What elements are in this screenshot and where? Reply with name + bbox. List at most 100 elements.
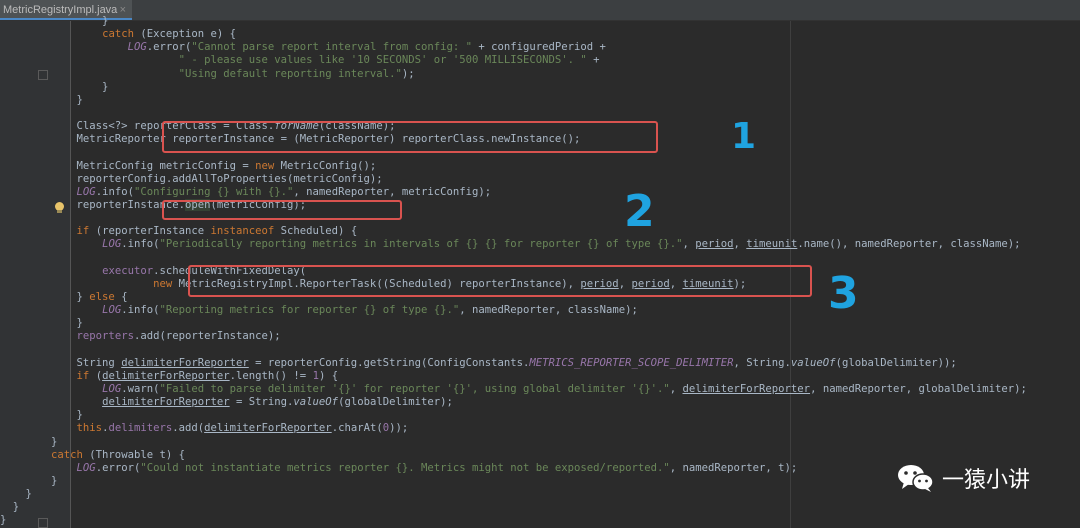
code-token: ));: [389, 422, 409, 435]
code-line[interactable]: }: [0, 81, 1027, 94]
code-token: LOG: [102, 238, 122, 251]
code-token: (reporterInstance: [89, 225, 211, 238]
code-token: .length() !=: [229, 369, 313, 382]
code-line[interactable]: delimiterForReporter = String.valueOf(gl…: [0, 396, 1027, 409]
code-line[interactable]: this.delimiters.add(delimiterForReporter…: [0, 422, 1027, 435]
annotation-3: 3: [828, 268, 859, 319]
code-token: (: [89, 369, 103, 382]
code-line[interactable]: reporters.add(reporterInstance);: [0, 330, 1027, 343]
code-line[interactable]: String delimiterForReporter = reporterCo…: [0, 357, 1027, 370]
code-token: ,: [682, 238, 696, 251]
code-token: delimiterForReporter: [102, 369, 230, 382]
code-line[interactable]: "Using default reporting interval.");: [0, 68, 1027, 81]
code-token: reporterConfig.addAllToProperties(metric…: [0, 172, 383, 185]
code-token: delimiterForReporter: [204, 422, 332, 435]
code-line[interactable]: LOG.info("Periodically reporting metrics…: [0, 238, 1027, 251]
code-line[interactable]: }: [0, 501, 1027, 514]
annotation-2: 2: [624, 186, 655, 237]
code-line[interactable]: catch (Exception e) {: [0, 28, 1027, 41]
code-token: , namedReporter, globalDelimiter);: [810, 382, 1027, 395]
code-token: new: [153, 277, 173, 290]
code-token: "Using default reporting interval.": [178, 67, 402, 80]
code-token: }: [0, 80, 109, 93]
code-token: valueOf: [790, 356, 836, 369]
code-token: new: [255, 159, 275, 172]
code-line[interactable]: [0, 212, 1027, 225]
code-token: , namedReporter, t);: [669, 461, 798, 474]
code-line[interactable]: reporterInstance.open(metricConfig);: [0, 198, 1027, 212]
code-token: MetricConfig();: [274, 159, 377, 172]
code-token: }: [0, 501, 20, 514]
code-line[interactable]: LOG.info("Configuring {} with {}.", name…: [0, 186, 1027, 199]
code-token: ,: [669, 382, 683, 395]
code-token: +: [586, 54, 600, 67]
code-line[interactable]: }: [0, 409, 1027, 422]
code-token: "Configuring {} with {}.": [133, 185, 294, 198]
code-line[interactable]: LOG.error("Cannot parse report interval …: [0, 41, 1027, 54]
code-token: }: [0, 435, 58, 448]
code-line[interactable]: if (delimiterForReporter.length() != 1) …: [0, 370, 1027, 383]
code-line[interactable]: [0, 344, 1027, 357]
code-token: reporters: [76, 330, 134, 343]
code-line[interactable]: MetricConfig metricConfig = new MetricCo…: [0, 160, 1027, 173]
code-line[interactable]: }: [0, 436, 1027, 449]
highlight-box-1: [162, 121, 658, 153]
code-line[interactable]: [0, 107, 1027, 120]
code-token: .charAt(: [331, 422, 383, 435]
code-line[interactable]: [0, 252, 1027, 265]
code-token: delimiterForReporter: [121, 356, 249, 369]
code-token: }: [0, 93, 83, 106]
code-token: (globalDelimiter);: [338, 396, 453, 409]
code-line[interactable]: reporterConfig.addAllToProperties(metric…: [0, 173, 1027, 186]
code-token: timeunit: [746, 238, 798, 251]
code-token: = reporterConfig.getString(ConfigConstan…: [248, 356, 530, 369]
code-token: LOG: [76, 461, 96, 474]
code-token: LOG: [102, 382, 122, 395]
code-line[interactable]: catch (Throwable t) {: [0, 449, 1027, 462]
code-token: METRICS_REPORTER_SCOPE_DELIMITER: [529, 356, 734, 369]
code-token: + configuredPeriod +: [472, 41, 606, 54]
code-line[interactable]: }: [0, 15, 1027, 28]
code-token: }: [0, 514, 7, 527]
code-token: String: [0, 356, 122, 369]
code-token: .info(: [121, 238, 160, 251]
code-line[interactable]: LOG.info("Reporting metrics for reporter…: [0, 304, 1027, 317]
code-line[interactable]: }: [0, 514, 1027, 527]
code-token: "Failed to parse delimiter '{}' for repo…: [159, 382, 670, 395]
code-line[interactable]: " - please use values like '10 SECONDS' …: [0, 54, 1027, 67]
code-token: (globalDelimiter));: [835, 356, 957, 369]
highlight-box-3: [188, 265, 812, 297]
code-token: ,: [733, 238, 747, 251]
code-token: LOG: [76, 185, 96, 198]
code-token: }: [0, 474, 58, 487]
code-token: valueOf: [293, 396, 339, 409]
code-token: MetricConfig metricConfig =: [0, 159, 256, 172]
code-token: }: [0, 290, 90, 303]
code-line[interactable]: }: [0, 94, 1027, 107]
code-token: {: [114, 290, 128, 303]
code-line[interactable]: LOG.warn("Failed to parse delimiter '{}'…: [0, 383, 1027, 396]
code-token: ) {: [318, 369, 339, 382]
code-line[interactable]: }: [0, 488, 1027, 501]
code-token: "Cannot parse report interval from confi…: [191, 41, 472, 54]
code-line[interactable]: }: [0, 475, 1027, 488]
code-line[interactable]: if (reporterInstance instanceof Schedule…: [0, 225, 1027, 238]
code-token: .error(: [146, 41, 192, 54]
code-token: LOG: [102, 304, 122, 317]
code-token: else: [89, 290, 115, 303]
code-line[interactable]: LOG.error("Could not instantiate metrics…: [0, 462, 1027, 475]
code-line[interactable]: }: [0, 317, 1027, 330]
